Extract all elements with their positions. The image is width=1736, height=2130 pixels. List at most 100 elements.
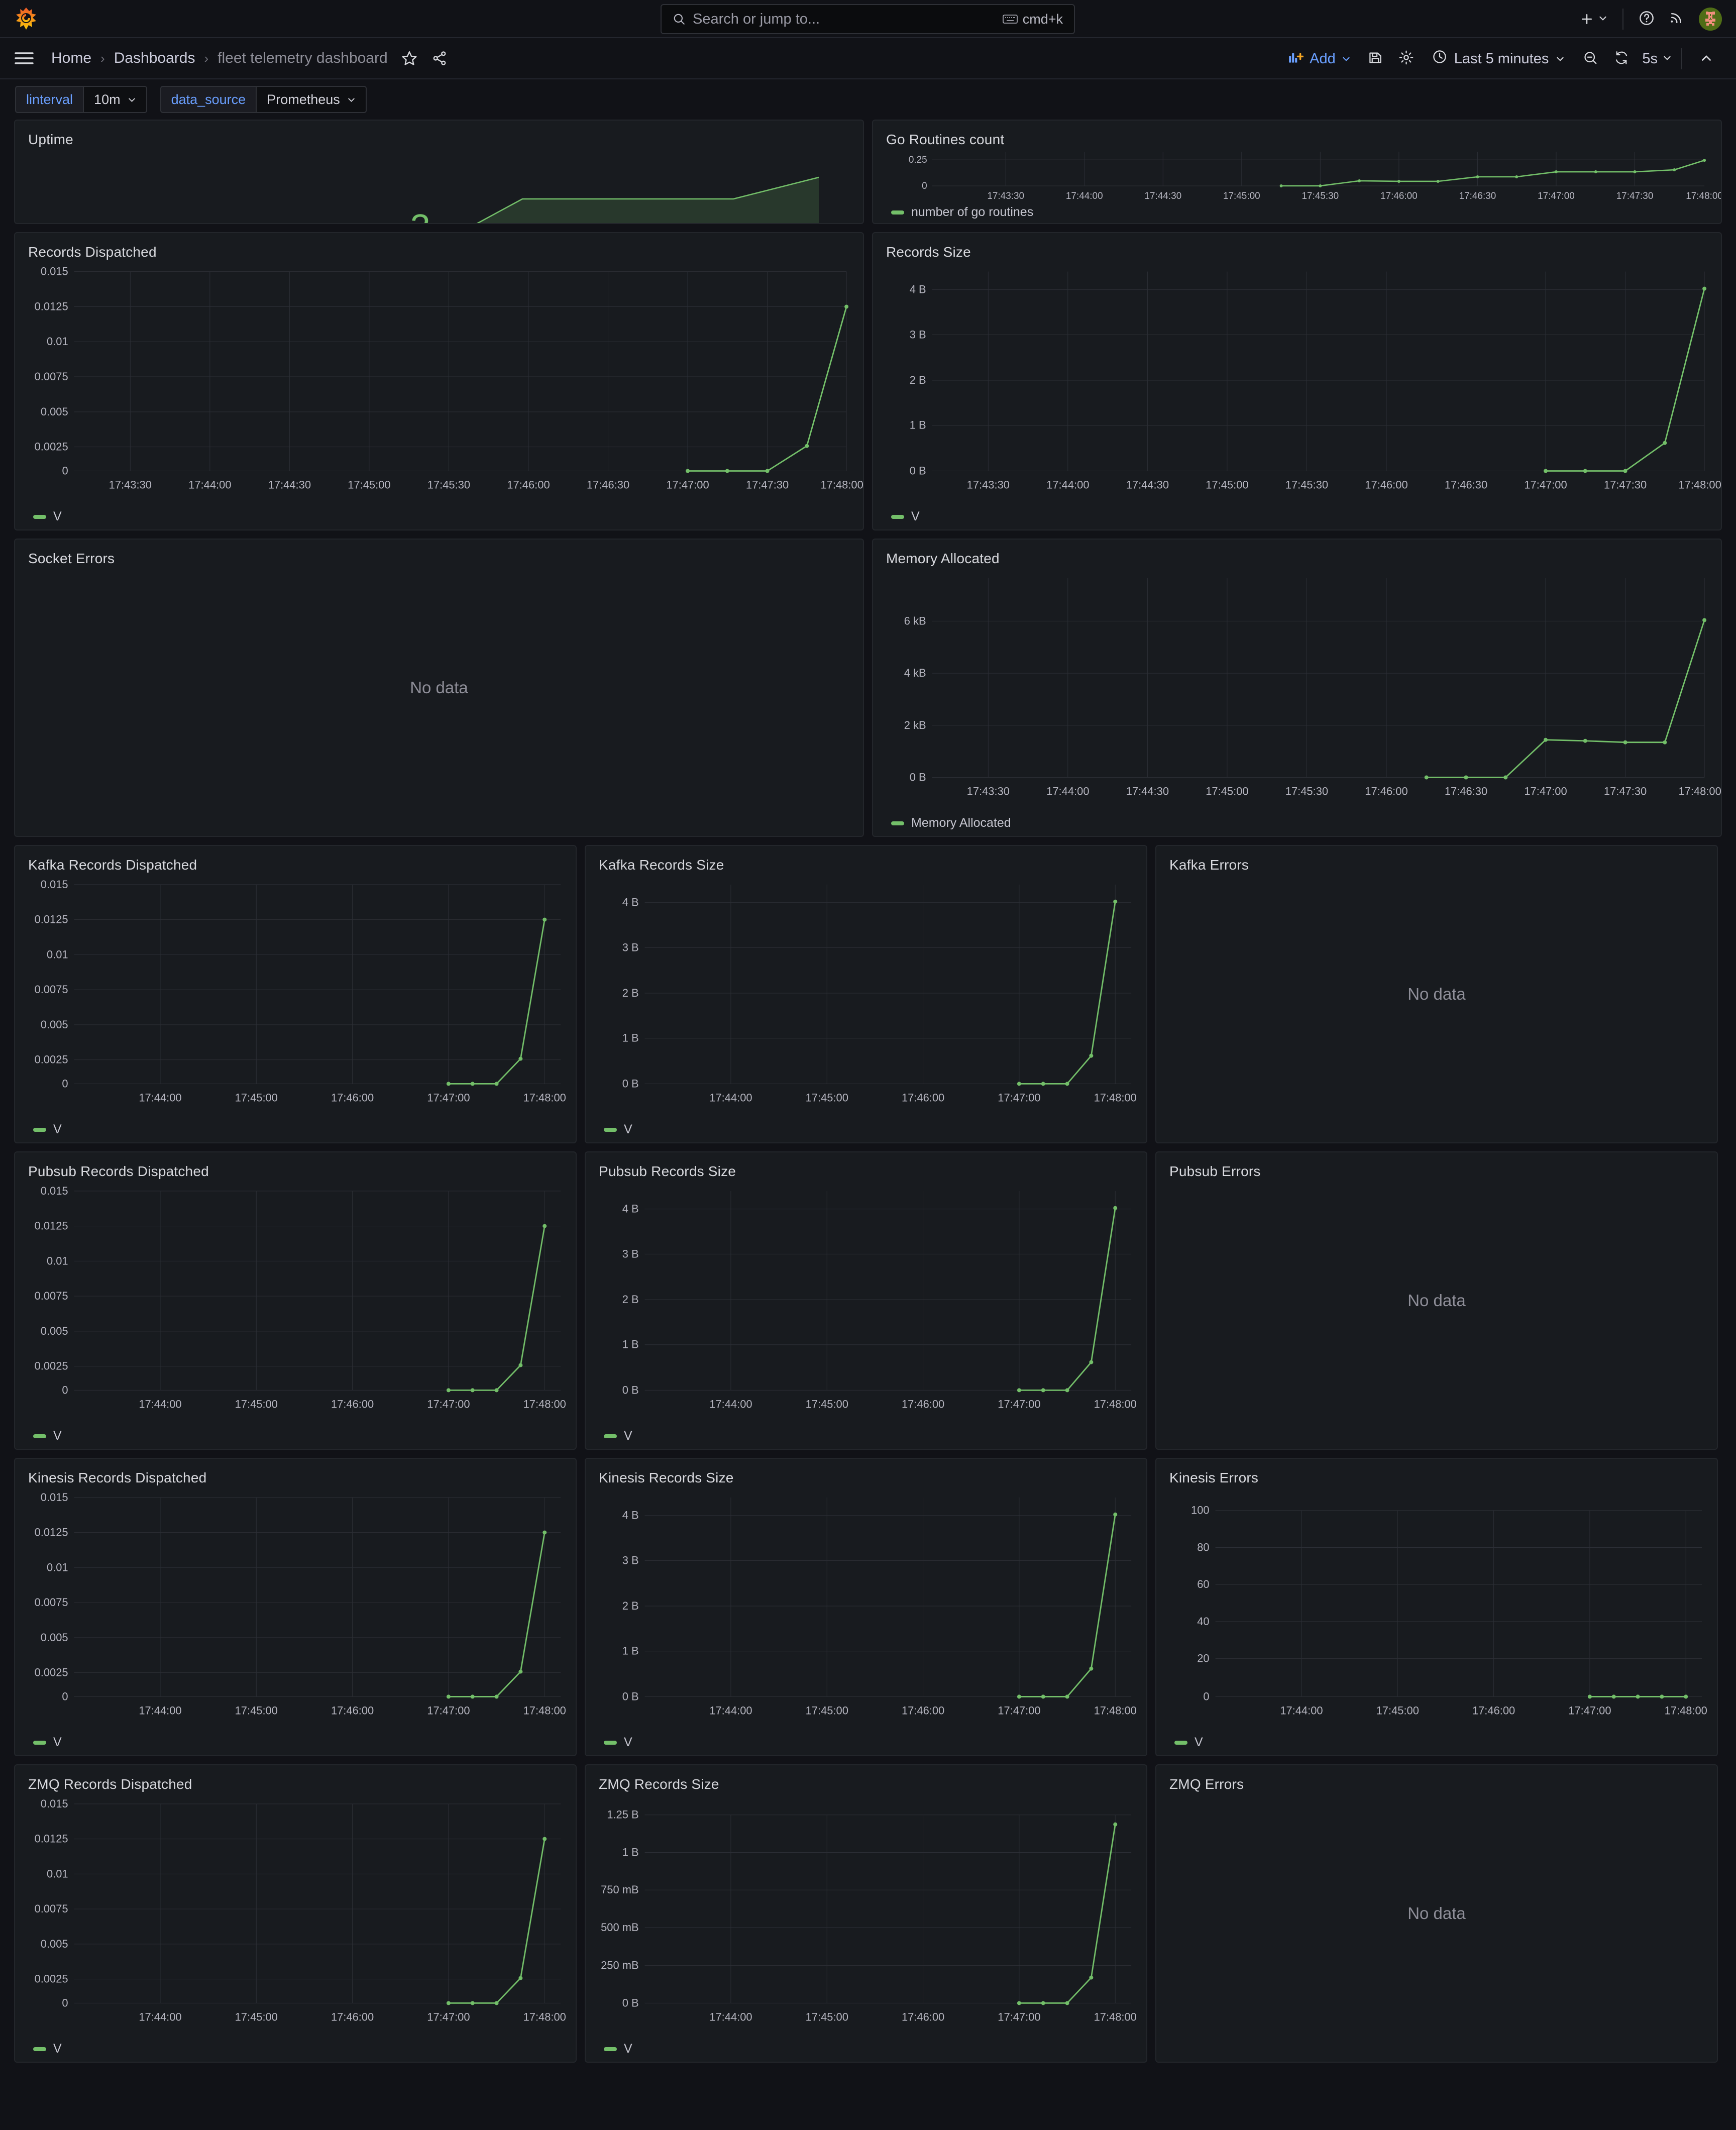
chart-legend: V: [15, 2042, 576, 2056]
svg-text:17:47:00: 17:47:00: [998, 2010, 1040, 2023]
grafana-logo-icon[interactable]: [14, 7, 38, 31]
panel-pubsub-errors[interactable]: Pubsub Errors No data: [1155, 1151, 1718, 1450]
panel-memory-allocated[interactable]: Memory Allocated 6 kB 4 kB 2 kB 0 B 17:4…: [872, 539, 1722, 837]
svg-text:0.01: 0.01: [47, 335, 68, 348]
panel-records-size[interactable]: Records Size 4 B3 B 2 B 1 B 0 B 17:43:30…: [872, 232, 1722, 530]
svg-text:17:45:00: 17:45:00: [235, 1091, 278, 1104]
share-nodes-icon[interactable]: [431, 50, 448, 67]
chevron-up-icon: [1700, 52, 1712, 66]
time-range-picker[interactable]: Last 5 minutes: [1422, 44, 1575, 73]
svg-text:17:43:30: 17:43:30: [987, 191, 1024, 201]
legend-item-label: V: [53, 1429, 62, 1443]
collapse-toolbar-button[interactable]: [1691, 45, 1722, 73]
refresh-button[interactable]: [1606, 45, 1637, 73]
chart-legend: V: [873, 509, 1721, 524]
help-button[interactable]: [1632, 5, 1662, 33]
global-search-bar[interactable]: Search or jump to... cmd+k: [661, 4, 1075, 34]
legend-color-swatch: [891, 210, 904, 215]
chart-body: 4 B 3 B 2 B 1 B 0 B 17:44:00 17:45:00 17:46…: [586, 873, 1146, 1124]
svg-text:6 kB: 6 kB: [904, 614, 926, 627]
user-avatar[interactable]: [1699, 8, 1722, 31]
svg-text:17:46:00: 17:46:00: [507, 478, 550, 491]
svg-text:17:44:00: 17:44:00: [1046, 785, 1089, 797]
svg-text:17:48:00: 17:48:00: [820, 478, 863, 491]
panel-title: ZMQ Records Dispatched: [28, 1776, 192, 1792]
refresh-control[interactable]: 5s: [1606, 45, 1672, 73]
svg-text:17:44:00: 17:44:00: [1066, 191, 1103, 201]
chart-body: 1.25 B 1 B 750 mB 500 mB 250 mB 0 B 17:44:0…: [586, 1792, 1146, 2044]
panel-kafka-records-dispatched[interactable]: Kafka Records Dispatched 0.015 0.0125 0.…: [14, 845, 577, 1143]
hamburger-menu-icon[interactable]: [14, 51, 34, 66]
panel-socket-errors[interactable]: Socket Errors No data: [14, 539, 864, 837]
svg-text:17:47:30: 17:47:30: [1604, 785, 1647, 797]
stat-panel-body: 3 min: [15, 148, 863, 223]
panel-go-routines-count[interactable]: Go Routines count 0.25 0 17:43:30 17:44:…: [872, 120, 1722, 224]
chart-body: 0.015 0.0125 0.01 0.0075 0.005 0.0025 0 17:…: [15, 873, 576, 1124]
svg-text:0.01: 0.01: [47, 1867, 68, 1880]
variable-select-linterval[interactable]: 10m: [83, 86, 147, 113]
star-outline-icon[interactable]: [401, 50, 418, 67]
breadcrumb-item-home[interactable]: Home: [51, 50, 91, 67]
svg-text:17:44:00: 17:44:00: [139, 1398, 181, 1410]
variable-select-data-source[interactable]: Prometheus: [256, 86, 367, 113]
gear-icon: [1398, 50, 1414, 68]
legend-item-label: V: [624, 1429, 632, 1443]
panel-title: Uptime: [28, 132, 73, 147]
breadcrumb-separator: ›: [204, 50, 209, 66]
chevron-down-icon: [1342, 51, 1351, 67]
save-dashboard-button[interactable]: [1360, 45, 1391, 73]
create-new-button[interactable]: [1572, 5, 1614, 33]
svg-text:17:46:00: 17:46:00: [1365, 785, 1407, 797]
svg-text:17:46:30: 17:46:30: [1445, 478, 1487, 491]
svg-text:17:46:30: 17:46:30: [1459, 191, 1496, 201]
chevron-down-icon[interactable]: [1663, 53, 1672, 65]
dashboard-settings-button[interactable]: [1391, 45, 1422, 73]
go-routines-line-chart: 0.25 0 17:43:30 17:44:00 17:44:30 17:45:00…: [909, 152, 1721, 201]
news-button[interactable]: [1662, 5, 1691, 33]
panel-zmq-records-size[interactable]: ZMQ Records Size 1.25 B 1 B 750 mB 500 mB: [585, 1764, 1147, 2063]
dashboard-row-kafka: Kafka Records Dispatched 0.015 0.0125 0.…: [14, 845, 1722, 1143]
uptime-value-display: 3 min: [15, 207, 863, 223]
legend-item-label: V: [53, 1735, 62, 1749]
panel-records-dispatched[interactable]: Records Dispatched 0.015 0.0125 0.01 0.0…: [14, 232, 864, 530]
breadcrumb: Home › Dashboards › fleet telemetry dash…: [51, 50, 448, 67]
rss-icon: [1669, 11, 1684, 28]
svg-text:17:48:00: 17:48:00: [1094, 1091, 1137, 1104]
panel-kinesis-records-size[interactable]: Kinesis Records Size 4 B3 B 2 B1 B 0 B 1…: [585, 1458, 1147, 1756]
legend-color-swatch: [891, 821, 904, 825]
svg-text:17:46:00: 17:46:00: [902, 1398, 944, 1410]
records-dispatched-line-chart: 0.015 0.0125 0.01 0.0075 0.005 0.0025 0 17:…: [35, 265, 863, 491]
svg-text:1 B: 1 B: [622, 1846, 639, 1858]
no-data-message: No data: [1407, 985, 1466, 1003]
uptime-value: 3: [410, 207, 430, 223]
legend-color-swatch: [891, 514, 904, 519]
search-shortcut: cmd+k: [1002, 12, 1063, 27]
breadcrumb-item-current-dashboard[interactable]: fleet telemetry dashboard: [218, 50, 388, 67]
panel-uptime[interactable]: Uptime 3 min: [14, 120, 864, 224]
panel-kinesis-records-dispatched[interactable]: Kinesis Records Dispatched 0.015 0.0125: [14, 1458, 577, 1756]
panel-zmq-errors[interactable]: ZMQ Errors No data: [1155, 1764, 1718, 2063]
kafka-records-dispatched-line-chart: 0.015 0.0125 0.01 0.0075 0.005 0.0025 0 17:…: [35, 878, 566, 1104]
panel-zmq-records-dispatched[interactable]: ZMQ Records Dispatched 0.015 0.0125 0.01…: [14, 1764, 577, 2063]
breadcrumb-item-dashboards[interactable]: Dashboards: [114, 50, 195, 67]
panel-pubsub-records-dispatched[interactable]: Pubsub Records Dispatched 0.015 0.0125 0…: [14, 1151, 577, 1450]
svg-text:0.005: 0.005: [41, 1018, 68, 1031]
variable-label-data-source: data_source: [160, 86, 256, 113]
svg-text:17:43:30: 17:43:30: [967, 478, 1010, 491]
svg-text:17:44:00: 17:44:00: [709, 1091, 752, 1104]
panel-kafka-records-size[interactable]: Kafka Records Size 4 B3 B 2 B1 B 0 B 17:…: [585, 845, 1147, 1143]
zoom-out-time-button[interactable]: [1575, 45, 1606, 73]
refresh-interval-label: 5s: [1642, 50, 1658, 67]
svg-text:17:47:00: 17:47:00: [427, 1704, 470, 1717]
panel-kafka-errors[interactable]: Kafka Errors No data: [1155, 845, 1718, 1143]
add-panel-button[interactable]: Add: [1279, 45, 1360, 73]
svg-text:17:47:00: 17:47:00: [427, 2010, 470, 2023]
panel-pubsub-records-size[interactable]: Pubsub Records Size 4 B3 B 2 B1 B 0 B 17…: [585, 1151, 1147, 1450]
svg-text:0.0025: 0.0025: [35, 1666, 68, 1679]
chevron-down-icon: [1598, 14, 1607, 25]
svg-text:17:47:00: 17:47:00: [998, 1091, 1040, 1104]
svg-text:17:44:00: 17:44:00: [139, 1704, 181, 1717]
svg-text:0.0125: 0.0125: [35, 1526, 68, 1539]
panel-kinesis-errors[interactable]: Kinesis Errors 100 80 60 40 20 0 17:44:0…: [1155, 1458, 1718, 1756]
svg-text:17:45:00: 17:45:00: [235, 1398, 278, 1410]
